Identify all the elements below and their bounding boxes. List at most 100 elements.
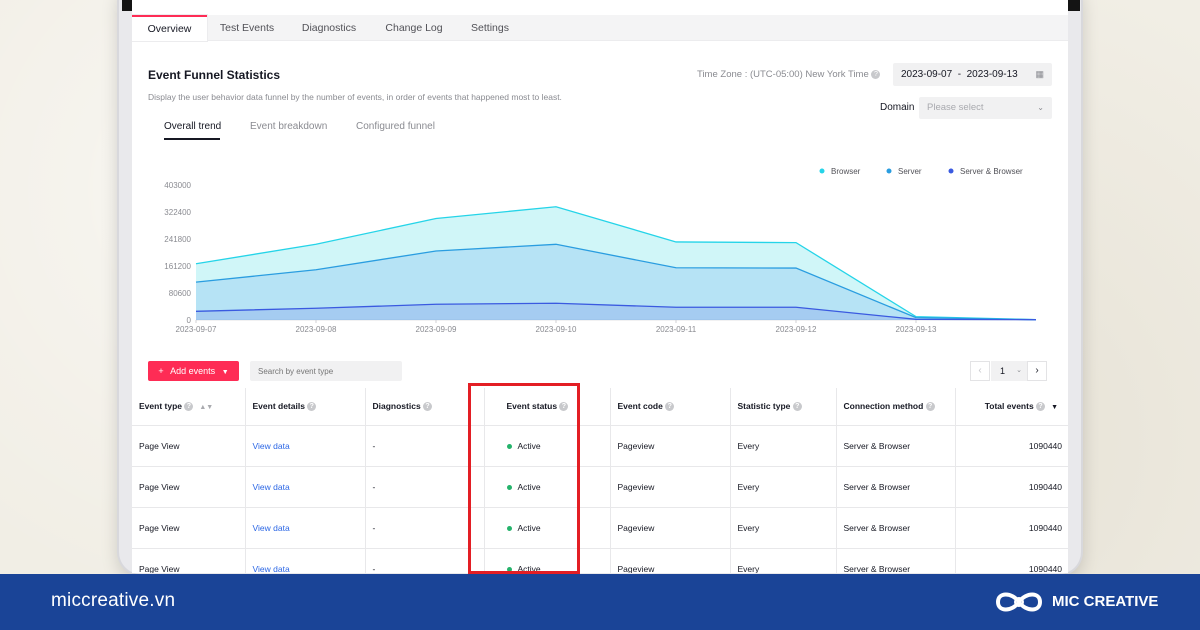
help-icon[interactable]: ? bbox=[184, 402, 194, 412]
sort-icon[interactable]: ▼ bbox=[1051, 404, 1058, 411]
legend-marker bbox=[819, 168, 825, 174]
table-row: Page View View data - Active Pageview Ev… bbox=[132, 466, 1068, 508]
cell-event-type: Page View bbox=[132, 466, 246, 508]
column-label: Connection method bbox=[843, 401, 924, 412]
legend-marker bbox=[948, 168, 954, 174]
footer-site-url: miccreative.vn bbox=[51, 590, 176, 611]
legend-item[interactable]: Server bbox=[886, 167, 922, 176]
subtab-active-indicator bbox=[164, 138, 220, 140]
chevron-down-icon: ⌄ bbox=[1016, 367, 1022, 374]
tab-bar: Overview Test Events Diagnostics Change … bbox=[132, 15, 1068, 41]
y-tick-label: 0 bbox=[187, 316, 192, 325]
page-select[interactable]: 1 ⌄ bbox=[991, 361, 1027, 381]
event-search-input[interactable] bbox=[250, 361, 402, 381]
column-header-total-events[interactable]: Total events ? ▼ bbox=[955, 388, 1068, 426]
tab-change-log[interactable]: Change Log bbox=[378, 15, 450, 41]
column-label: Event type bbox=[139, 401, 182, 412]
view-data-link[interactable]: View data bbox=[253, 523, 290, 533]
view-data-link[interactable]: View data bbox=[253, 441, 290, 451]
next-page-button[interactable]: › bbox=[1027, 361, 1047, 381]
cell-event-code: Pageview bbox=[610, 548, 731, 573]
plus-icon: + bbox=[158, 366, 164, 376]
table-row: Page View View data - Active Pageview Ev… bbox=[132, 425, 1068, 467]
x-tick-label: 2023-09-07 bbox=[176, 325, 217, 334]
date-range-value: 2023-09-07 - 2023-09-13 bbox=[901, 69, 1018, 80]
subtab-configured-funnel[interactable]: Configured funnel bbox=[356, 121, 435, 132]
x-tick-label: 2023-09-09 bbox=[416, 325, 457, 334]
trend-area-chart: 0 80600 161200 241800 322400 403000 2023-09-07… bbox=[164, 167, 1037, 334]
legend-marker bbox=[886, 168, 892, 174]
legend-label: Server bbox=[898, 167, 922, 176]
column-label: Total events bbox=[984, 401, 1034, 412]
help-icon[interactable]: ? bbox=[307, 402, 317, 412]
domain-select[interactable]: Please select ⌄ bbox=[919, 97, 1052, 119]
app-screen: Overview Test Events Diagnostics Change … bbox=[132, 0, 1068, 573]
cell-connection-method: Server & Browser bbox=[836, 548, 956, 573]
event-status-highlight-box bbox=[468, 383, 580, 574]
add-events-label: Add events bbox=[170, 366, 216, 376]
cell-statistic-type: Every bbox=[730, 466, 837, 508]
cell-event-type: Page View bbox=[132, 425, 246, 467]
help-icon[interactable]: ? bbox=[792, 402, 802, 412]
cell-event-code: Pageview bbox=[610, 507, 731, 549]
column-label: Event details bbox=[252, 401, 305, 412]
x-tick-label: 2023-09-11 bbox=[656, 325, 697, 334]
page-number: 1 bbox=[1000, 366, 1006, 376]
table-row: Page View View data - Active Pageview Ev… bbox=[132, 507, 1068, 549]
column-header-event-details: Event details ? bbox=[245, 388, 366, 426]
help-icon[interactable]: ? bbox=[423, 402, 433, 412]
column-header-diagnostics: Diagnostics ? bbox=[365, 388, 485, 426]
x-tick-label: 2023-09-10 bbox=[536, 325, 577, 334]
column-header-statistic-type: Statistic type ? bbox=[730, 388, 837, 426]
view-data-link[interactable]: View data bbox=[253, 564, 290, 574]
prev-page-button[interactable]: ‹ bbox=[970, 361, 990, 381]
legend-item[interactable]: Server & Browser bbox=[948, 167, 1024, 176]
pagination: ‹ 1 ⌄ › bbox=[970, 361, 1048, 381]
tab-test-events[interactable]: Test Events bbox=[212, 15, 282, 41]
calendar-icon: ▦ bbox=[1035, 69, 1044, 79]
column-label: Event code bbox=[617, 401, 663, 412]
help-icon[interactable]: ? bbox=[871, 69, 881, 79]
cell-diagnostics: - bbox=[365, 425, 485, 467]
domain-label: Domain bbox=[880, 102, 915, 113]
cell-diagnostics: - bbox=[365, 466, 485, 508]
caret-down-icon: ▼ bbox=[221, 369, 229, 376]
cell-statistic-type: Every bbox=[730, 507, 837, 549]
y-tick-label: 80600 bbox=[169, 289, 192, 298]
tab-overview[interactable]: Overview bbox=[132, 15, 207, 41]
cell-total-events: 1090440 bbox=[955, 548, 1068, 573]
tab-diagnostics[interactable]: Diagnostics bbox=[294, 15, 364, 41]
tab-settings[interactable]: Settings bbox=[462, 15, 518, 41]
mic-creative-logo-icon bbox=[995, 592, 1043, 612]
column-header-event-type[interactable]: Event type ? ▲▼ bbox=[132, 388, 246, 426]
legend-item[interactable]: Browser bbox=[819, 167, 861, 176]
column-label: Statistic type bbox=[737, 401, 791, 412]
x-tick-label: 2023-09-08 bbox=[296, 325, 337, 334]
footer-brand-name: MIC CREATIVE bbox=[1052, 593, 1159, 610]
cell-event-type: Page View bbox=[132, 548, 246, 573]
view-data-link[interactable]: View data bbox=[253, 482, 290, 492]
legend-label: Browser bbox=[831, 167, 861, 176]
cell-event-code: Pageview bbox=[610, 425, 731, 467]
footer-banner: miccreative.vn MIC CREATIVE bbox=[0, 574, 1200, 630]
add-events-button[interactable]: + Add events ▼ bbox=[148, 361, 239, 381]
help-icon[interactable]: ? bbox=[1036, 402, 1046, 412]
cell-diagnostics: - bbox=[365, 548, 485, 573]
x-tick-label: 2023-09-13 bbox=[896, 325, 937, 334]
y-tick-label: 241800 bbox=[164, 235, 191, 244]
help-icon[interactable]: ? bbox=[665, 402, 675, 412]
column-header-connection-method: Connection method ? bbox=[836, 388, 956, 426]
cell-connection-method: Server & Browser bbox=[836, 507, 956, 549]
timezone-text: Time Zone : (UTC-05:00) New York Time bbox=[697, 69, 869, 80]
cell-total-events: 1090440 bbox=[955, 466, 1068, 508]
y-tick-label: 161200 bbox=[164, 262, 191, 271]
help-icon[interactable]: ? bbox=[925, 402, 935, 412]
sort-icon[interactable]: ▲▼ bbox=[199, 404, 213, 411]
x-tick-label: 2023-09-12 bbox=[776, 325, 817, 334]
cell-connection-method: Server & Browser bbox=[836, 425, 956, 467]
subtab-event-breakdown[interactable]: Event breakdown bbox=[250, 121, 327, 132]
domain-placeholder: Please select bbox=[927, 102, 984, 113]
cell-diagnostics: - bbox=[365, 507, 485, 549]
date-range-picker[interactable]: 2023-09-07 - 2023-09-13 ▦ bbox=[893, 63, 1052, 86]
subtab-overall-trend[interactable]: Overall trend bbox=[164, 121, 221, 132]
